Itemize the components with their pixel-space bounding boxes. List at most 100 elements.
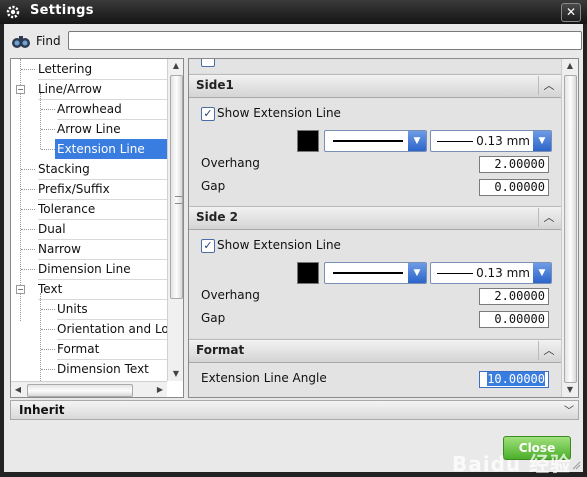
binoculars-icon	[12, 36, 30, 48]
show-extension-line-label: Show Extension Line	[217, 238, 341, 252]
tree-scroll-thumb[interactable]	[170, 75, 183, 299]
tree-item-dimension-line[interactable]: Dimension Line	[38, 259, 167, 280]
scroll-down-icon[interactable]: ▼	[168, 367, 183, 381]
color-swatch[interactable]	[297, 130, 319, 152]
tree-item-orientation-and-location[interactable]: Orientation and Loc	[57, 319, 167, 340]
tree-item-narrow[interactable]: Narrow	[38, 239, 167, 260]
tree-hscroll-thumb[interactable]	[27, 384, 133, 397]
title-bar: Settings ✕	[0, 0, 587, 24]
chevron-down-icon[interactable]: ▼	[408, 131, 426, 151]
collapse-icon[interactable]: −	[16, 85, 25, 94]
tree-item-label: Orientation and Loc	[57, 322, 167, 336]
line-width-dropdown[interactable]: 0.13 mm ▼	[430, 130, 552, 152]
tree-item-text[interactable]: Text	[38, 279, 167, 300]
line-style-dropdown[interactable]: ▼	[324, 262, 427, 284]
scroll-up-icon[interactable]: ▲	[168, 59, 183, 73]
tree-item-arrow-line[interactable]: Arrow Line	[57, 119, 167, 140]
gap-input[interactable]: 0.00000	[479, 179, 549, 196]
collapse-icon[interactable]: −	[16, 285, 25, 294]
tree-item-prefix-suffix[interactable]: Prefix/Suffix	[38, 179, 167, 200]
tree-item-label: Dual	[38, 222, 66, 236]
inherit-section-header[interactable]: Inherit ﹀	[10, 400, 579, 420]
tree-item-tolerance[interactable]: Tolerance	[38, 199, 167, 220]
line-style-dropdown[interactable]: ▼	[324, 130, 427, 152]
settings-dialog: Find Lettering − Line/Arrow Arrowhead Ar…	[4, 24, 583, 476]
scroll-up-icon[interactable]: ▲	[562, 59, 578, 73]
chevron-up-icon[interactable]: ︿	[538, 341, 559, 360]
tree-branch-line	[41, 329, 55, 330]
chevron-down-icon[interactable]: ▼	[533, 131, 551, 151]
gear-icon[interactable]	[5, 4, 21, 20]
gap-label: Gap	[201, 311, 226, 325]
scroll-left-icon[interactable]: ◀	[11, 382, 25, 397]
panel-vertical-scrollbar[interactable]: ▲ ▼	[561, 59, 578, 397]
tree-item-lettering[interactable]: Lettering	[38, 59, 167, 80]
chevron-down-icon[interactable]: ▼	[408, 263, 426, 283]
section-header-side2[interactable]: Side 2 ︿	[189, 206, 561, 230]
previous-section-partial	[189, 59, 561, 73]
resize-grip-icon[interactable]	[571, 460, 581, 470]
tree-item-line-arrow[interactable]: Line/Arrow	[38, 79, 167, 100]
gap-input[interactable]: 0.00000	[479, 311, 549, 328]
show-extension-line-checkbox[interactable]: ✓	[201, 239, 215, 253]
chevron-up-icon[interactable]: ︿	[538, 76, 559, 95]
tree-item-label: Line/Arrow	[38, 82, 102, 96]
partial-checkbox[interactable]	[201, 59, 215, 67]
tree-item-label: Dimension Text	[57, 362, 149, 376]
tree-item-label: Units	[57, 302, 88, 316]
section-title: Side 2	[196, 210, 239, 224]
tree-item-units[interactable]: Units	[57, 299, 167, 320]
tree-branch-line	[21, 189, 35, 190]
settings-tree: Lettering − Line/Arrow Arrowhead Arrow L…	[10, 58, 184, 398]
tree-vertical-scrollbar[interactable]: ▲ ▼	[167, 59, 183, 381]
section-header-format[interactable]: Format ︿	[189, 339, 561, 363]
extension-line-angle-input[interactable]: 10.00000	[479, 371, 549, 388]
tree-item-format[interactable]: Format	[57, 339, 167, 360]
tree-branch-line	[41, 129, 55, 130]
overhang-label: Overhang	[201, 156, 260, 170]
chevron-down-icon[interactable]: ﹀	[564, 402, 574, 417]
tree-guide-line	[40, 293, 41, 381]
tree-branch-line	[21, 69, 35, 70]
tree-item-label: Narrow	[38, 242, 81, 256]
tree-horizontal-scrollbar[interactable]: ◀ ▶	[11, 381, 167, 397]
show-extension-line-checkbox[interactable]: ✓	[201, 107, 215, 121]
chevron-down-icon[interactable]: ▼	[533, 263, 551, 283]
panel-scroll-thumb[interactable]	[564, 75, 577, 383]
overhang-input[interactable]: 2.00000	[479, 288, 549, 305]
tree-item-extension-line[interactable]: Extension Line	[55, 139, 173, 159]
tree-item-label: Dimension Line	[38, 262, 131, 276]
tree-item-label: Arrow Line	[57, 122, 121, 136]
line-style-sample	[333, 140, 403, 142]
tree-item-dual[interactable]: Dual	[38, 219, 167, 240]
tree-guide-line	[20, 59, 21, 321]
section-body-side1: ✓ Show Extension Line ▼ 0.13 mm ▼ Overha…	[189, 98, 561, 206]
tree-branch-line	[21, 169, 35, 170]
scroll-right-icon[interactable]: ▶	[153, 382, 167, 397]
tree-guide-line	[40, 93, 41, 149]
find-input[interactable]	[68, 31, 582, 50]
tree-branch-line	[41, 349, 55, 350]
tree-branch-line	[21, 269, 35, 270]
tree-item-stacking[interactable]: Stacking	[38, 159, 167, 180]
baidu-watermark: Baidu 经验	[452, 452, 572, 476]
tree-item-label: Stacking	[38, 162, 90, 176]
window-title: Settings	[30, 3, 94, 18]
tree-item-arrowhead[interactable]: Arrowhead	[57, 99, 167, 120]
window-close-icon[interactable]: ✕	[561, 3, 581, 22]
show-extension-line-label: Show Extension Line	[217, 106, 341, 120]
overhang-input[interactable]: 2.00000	[479, 156, 549, 173]
tree-item-label: Lettering	[38, 62, 93, 76]
gap-label: Gap	[201, 179, 226, 193]
color-swatch[interactable]	[297, 262, 319, 284]
section-title: Format	[196, 343, 245, 357]
tree-branch-line	[21, 229, 35, 230]
line-width-dropdown[interactable]: 0.13 mm ▼	[430, 262, 552, 284]
chevron-up-icon[interactable]: ︿	[538, 208, 559, 227]
tree-item-label: Format	[57, 342, 100, 356]
tree-item-label: Extension Line	[57, 142, 145, 156]
section-header-side1[interactable]: Side1 ︿	[189, 74, 561, 98]
scroll-down-icon[interactable]: ▼	[562, 383, 578, 397]
line-style-sample	[333, 272, 403, 274]
tree-item-dimension-text[interactable]: Dimension Text	[57, 359, 167, 379]
